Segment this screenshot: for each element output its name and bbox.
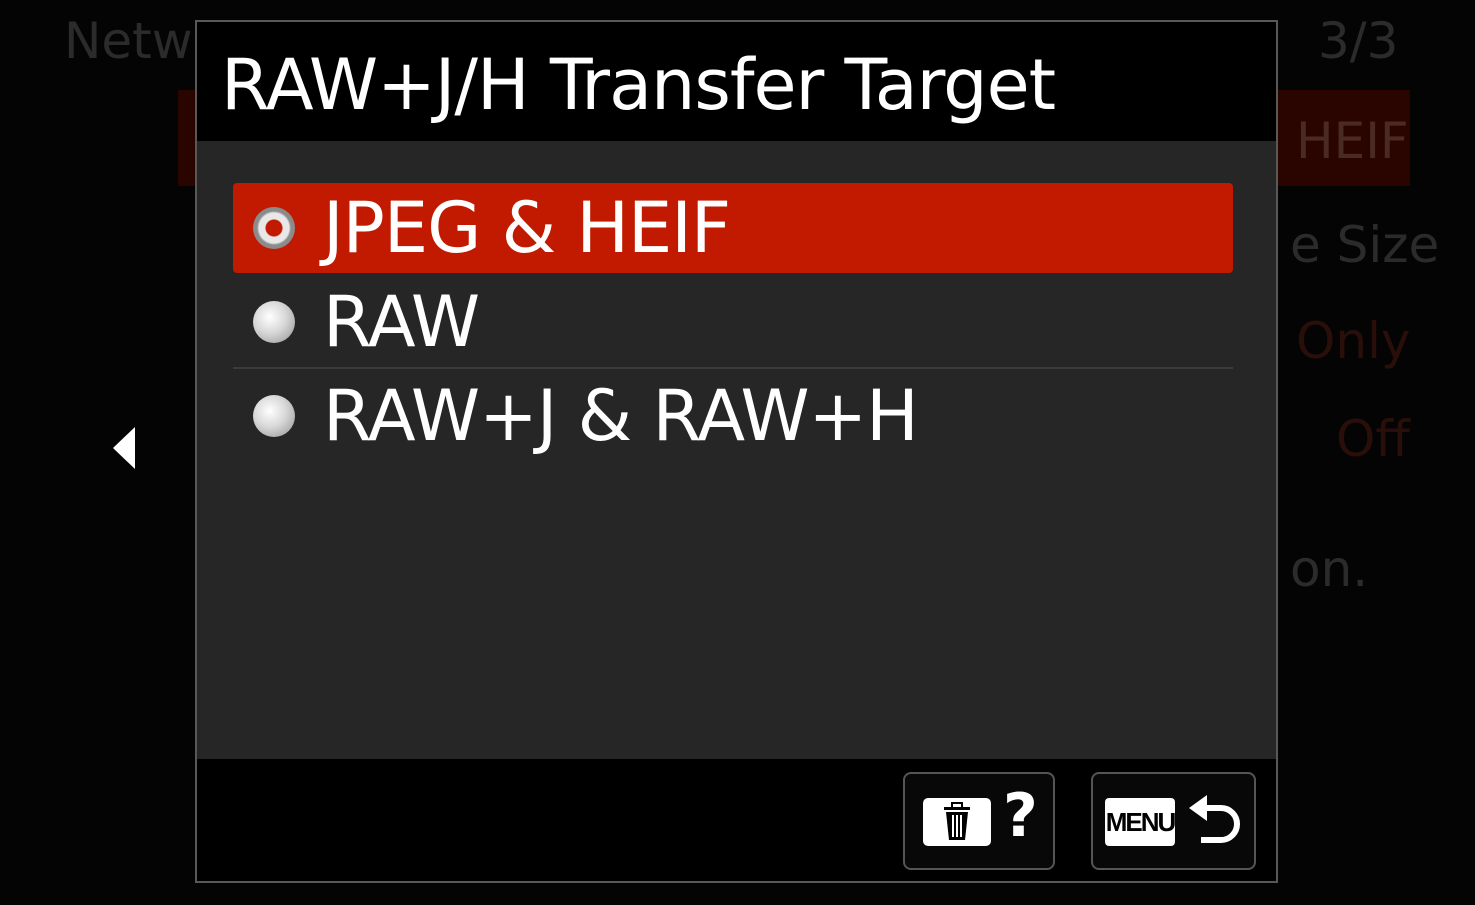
radio-unselected-icon — [253, 301, 295, 343]
option-label: RAW — [323, 281, 480, 363]
options-list: JPEG & HEIF RAW RAW+J & RAW+H — [197, 141, 1276, 759]
option-label: JPEG & HEIF — [323, 187, 731, 269]
background-page-indicator: 3/3 — [1318, 12, 1399, 70]
background-item-value: HEIF — [1296, 112, 1409, 170]
option-raw[interactable]: RAW — [233, 277, 1233, 369]
radio-unselected-icon — [253, 395, 295, 437]
help-icon: ? — [1003, 781, 1038, 851]
background-item-value: Off — [1336, 410, 1410, 468]
transfer-target-dialog: RAW+J/H Transfer Target JPEG & HEIF RAW … — [195, 20, 1278, 883]
dialog-title: RAW+J/H Transfer Target — [221, 44, 1056, 126]
return-arrow-icon — [1187, 792, 1243, 856]
radio-selected-icon — [253, 207, 295, 249]
trash-icon — [923, 798, 991, 846]
delete-help-button[interactable]: ? — [903, 772, 1055, 870]
menu-return-button[interactable]: MENU — [1091, 772, 1256, 870]
menu-key-label: MENU — [1105, 798, 1176, 846]
option-jpeg-heif[interactable]: JPEG & HEIF — [233, 183, 1233, 273]
page-left-arrow-icon[interactable] — [113, 427, 135, 469]
option-raw-j-raw-h[interactable]: RAW+J & RAW+H — [233, 371, 1233, 461]
option-label: RAW+J & RAW+H — [323, 375, 919, 457]
background-item-value: e Size — [1290, 216, 1440, 274]
background-item-value: Only — [1296, 312, 1411, 370]
background-item-value: on. — [1290, 540, 1369, 598]
